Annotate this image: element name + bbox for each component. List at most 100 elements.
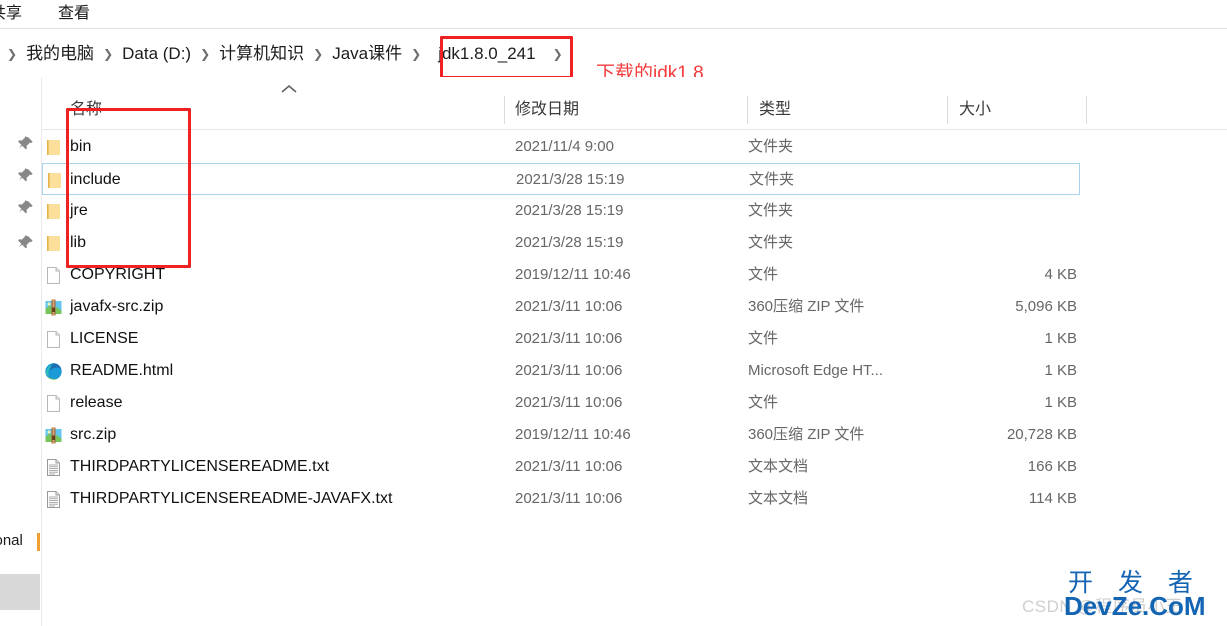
file-type-cell: 360压缩 ZIP 文件: [748, 426, 865, 443]
file-size-cell: 1 KB: [1044, 362, 1077, 379]
file-type-cell: 文件夹: [748, 138, 794, 155]
file-type-cell: 文件夹: [749, 171, 795, 188]
sort-ascending-icon: [280, 83, 298, 95]
text-document-icon: [44, 458, 63, 477]
file-name-cell[interactable]: include: [70, 164, 121, 196]
date-modified-cell: 2021/3/11 10:06: [515, 458, 623, 475]
date-modified-cell: 2021/3/11 10:06: [515, 298, 623, 315]
breadcrumb: ❯ 我的电脑 ❯ Data (D:) ❯ 计算机知识 ❯ Java课件 ❯ jd…: [0, 31, 570, 77]
date-modified-cell: 2021/3/28 15:19: [516, 171, 625, 188]
file-name-cell[interactable]: LICENSE: [70, 323, 138, 355]
pin-icon: [17, 167, 35, 185]
file-name-cell[interactable]: bin: [70, 131, 91, 163]
breadcrumb-item-data-d[interactable]: Data (D:): [120, 31, 193, 77]
chevron-right-icon[interactable]: ❯: [306, 31, 330, 77]
table-row[interactable]: include 2021/3/28 15:19 文件夹: [42, 163, 1080, 195]
date-modified-cell: 2021/3/28 15:19: [515, 202, 624, 219]
date-modified-cell: 2021/3/11 10:06: [515, 490, 623, 507]
chevron-right-icon[interactable]: ❯: [193, 31, 217, 77]
table-row[interactable]: release 2021/3/11 10:06 文件 1 KB: [42, 387, 1080, 419]
date-modified-cell: 2021/3/28 15:19: [515, 234, 624, 251]
column-divider[interactable]: [747, 96, 748, 124]
table-row[interactable]: src.zip 2019/12/11 10:46 360压缩 ZIP 文件 20,72…: [42, 419, 1080, 451]
blank-file-icon: [44, 330, 63, 349]
chevron-right-icon[interactable]: ❯: [96, 31, 120, 77]
file-name-cell[interactable]: release: [70, 387, 122, 419]
file-name-cell[interactable]: src.zip: [70, 419, 116, 451]
column-header-type[interactable]: 类型: [759, 90, 791, 130]
table-row[interactable]: THIRDPARTYLICENSEREADME-JAVAFX.txt 2021/3…: [42, 483, 1080, 515]
file-type-cell: 文本文档: [748, 458, 809, 475]
ribbon-tab-share[interactable]: 共享: [0, 0, 22, 27]
column-divider[interactable]: [947, 96, 948, 124]
file-type-cell: 360压缩 ZIP 文件: [748, 298, 865, 315]
blank-file-icon: [44, 266, 63, 285]
table-row[interactable]: LICENSE 2021/3/11 10:06 文件 1 KB: [42, 323, 1080, 355]
breadcrumb-item-my-computer[interactable]: 我的电脑: [24, 31, 96, 77]
date-modified-cell: 2021/3/11 10:06: [515, 330, 623, 347]
sidebar-item-onedrive-personal[interactable]: sonal: [0, 532, 23, 549]
file-name-cell[interactable]: THIRDPARTYLICENSEREADME.txt: [70, 451, 329, 483]
table-row[interactable]: THIRDPARTYLICENSEREADME.txt 2021/3/11 10:…: [42, 451, 1080, 483]
text-document-icon: [44, 490, 63, 509]
column-divider[interactable]: [504, 96, 505, 124]
ribbon-divider: [0, 28, 1227, 29]
file-size-cell: 1 KB: [1044, 394, 1077, 411]
edge-browser-icon: [44, 362, 63, 381]
folder-icon: [44, 202, 63, 221]
breadcrumb-item-java-courseware[interactable]: Java课件: [330, 31, 404, 77]
file-name-cell[interactable]: README.html: [70, 355, 173, 387]
file-list-pane: 名称 修改日期 类型 大小 bin 2021/11/4 9:00 文件夹 includ…: [42, 77, 1227, 626]
table-row[interactable]: jre 2021/3/28 15:19 文件夹: [42, 195, 1080, 227]
column-header-date-modified[interactable]: 修改日期: [515, 90, 579, 130]
date-modified-cell: 2021/11/4 9:00: [515, 138, 614, 155]
file-size-cell: 20,728 KB: [1006, 426, 1077, 443]
file-type-cell: 文件: [748, 330, 779, 347]
file-type-cell: 文件夹: [748, 234, 794, 251]
table-row[interactable]: COPYRIGHT 2019/12/11 10:46 文件 4 KB: [42, 259, 1080, 291]
ribbon-tab-view[interactable]: 查看: [58, 0, 90, 27]
table-row[interactable]: javafx-src.zip 2021/3/11 10:06 360压缩 ZIP 文…: [42, 291, 1080, 323]
file-size-cell: [872, 227, 1077, 259]
file-type-cell: 文本文档: [748, 490, 809, 507]
zip-archive-icon: [44, 426, 63, 445]
pin-icon: [17, 199, 35, 217]
chevron-right-icon[interactable]: ❯: [404, 31, 428, 77]
breadcrumb-item-computer-knowledge[interactable]: 计算机知识: [217, 31, 306, 77]
watermark-brand-en: DevZe.CoM: [1064, 591, 1206, 621]
explorer-window: 共享 查看 ❯ 我的电脑 ❯ Data (D:) ❯ 计算机知识 ❯ Java课…: [0, 0, 1227, 626]
file-name-cell[interactable]: javafx-src.zip: [70, 291, 163, 323]
file-name-cell[interactable]: COPYRIGHT: [70, 259, 165, 291]
date-modified-cell: 2021/3/11 10:06: [515, 362, 623, 379]
date-modified-cell: 2019/12/11 10:46: [515, 266, 631, 283]
file-name-cell[interactable]: lib: [70, 227, 86, 259]
column-divider[interactable]: [1086, 96, 1087, 124]
column-header-row: 名称 修改日期 类型 大小: [42, 90, 1227, 130]
file-type-cell: 文件: [748, 266, 779, 283]
sidebar-selected-item[interactable]: [0, 574, 40, 610]
onedrive-icon: [37, 533, 40, 551]
table-row[interactable]: README.html 2021/3/11 10:06 Microsoft Edge…: [42, 355, 1080, 387]
chevron-right-icon: ❯: [7, 47, 18, 61]
file-type-cell: 文件夹: [748, 202, 794, 219]
pin-icon: [17, 135, 35, 153]
breadcrumb-item-jdk[interactable]: jdk1.8.0_241: [428, 31, 545, 77]
column-header-size[interactable]: 大小: [959, 90, 991, 130]
folder-icon: [44, 234, 63, 253]
table-row[interactable]: lib 2021/3/28 15:19 文件夹: [42, 227, 1080, 259]
chevron-right-icon[interactable]: ❯: [546, 31, 570, 77]
file-size-cell: 166 KB: [1027, 458, 1077, 475]
column-header-name[interactable]: 名称: [70, 90, 102, 130]
date-modified-cell: 2021/3/11 10:06: [515, 394, 623, 411]
zip-archive-icon: [44, 298, 63, 317]
file-name-cell[interactable]: THIRDPARTYLICENSEREADME-JAVAFX.txt: [70, 483, 392, 515]
table-row[interactable]: bin 2021/11/4 9:00 文件夹: [42, 131, 1080, 163]
file-size-cell: 1 KB: [1044, 330, 1077, 347]
folder-icon: [45, 171, 64, 190]
file-size-cell: 4 KB: [1044, 266, 1077, 283]
pin-icon: [17, 234, 35, 252]
file-name-cell[interactable]: jre: [70, 195, 88, 227]
date-modified-cell: 2019/12/11 10:46: [515, 426, 631, 443]
file-size-cell: [873, 164, 1078, 196]
file-list-rows: bin 2021/11/4 9:00 文件夹 include 2021/3/28 15:…: [42, 131, 1227, 515]
